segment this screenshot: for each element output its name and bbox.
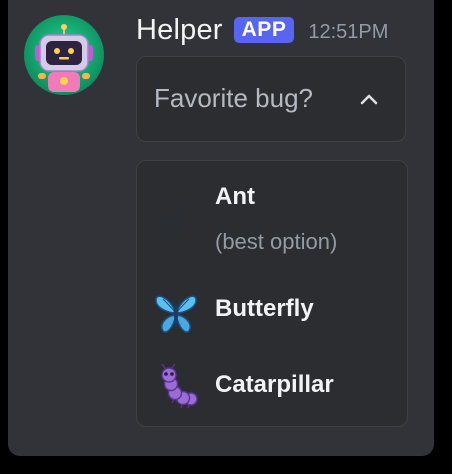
app-badge: APP — [233, 17, 295, 43]
bot-avatar[interactable] — [24, 15, 104, 95]
option-description: (best option) — [215, 229, 338, 254]
option-label: Ant — [215, 183, 255, 210]
option-label: Catarpillar — [215, 371, 334, 398]
option-catarpillar[interactable]: Catarpillar — [137, 353, 407, 417]
option-ant[interactable]: Ant (best option) — [137, 179, 407, 273]
select-placeholder: Favorite bug? — [154, 83, 313, 113]
robot-avatar-icon — [35, 24, 93, 92]
ant-icon — [153, 199, 199, 245]
username[interactable]: Helper — [136, 14, 223, 47]
option-label: Butterfly — [215, 295, 314, 322]
select-menu-trigger[interactable]: Favorite bug? — [136, 56, 406, 142]
caterpillar-icon — [153, 363, 199, 409]
chevron-up-icon — [357, 87, 381, 111]
message-header: Helper APP 12:51PM — [136, 10, 388, 50]
butterfly-icon — [153, 291, 199, 337]
timestamp: 12:51PM — [308, 20, 389, 43]
select-options-list: Ant (best option) Butterfly Catarpillar — [136, 160, 408, 427]
option-butterfly[interactable]: Butterfly — [137, 281, 407, 341]
